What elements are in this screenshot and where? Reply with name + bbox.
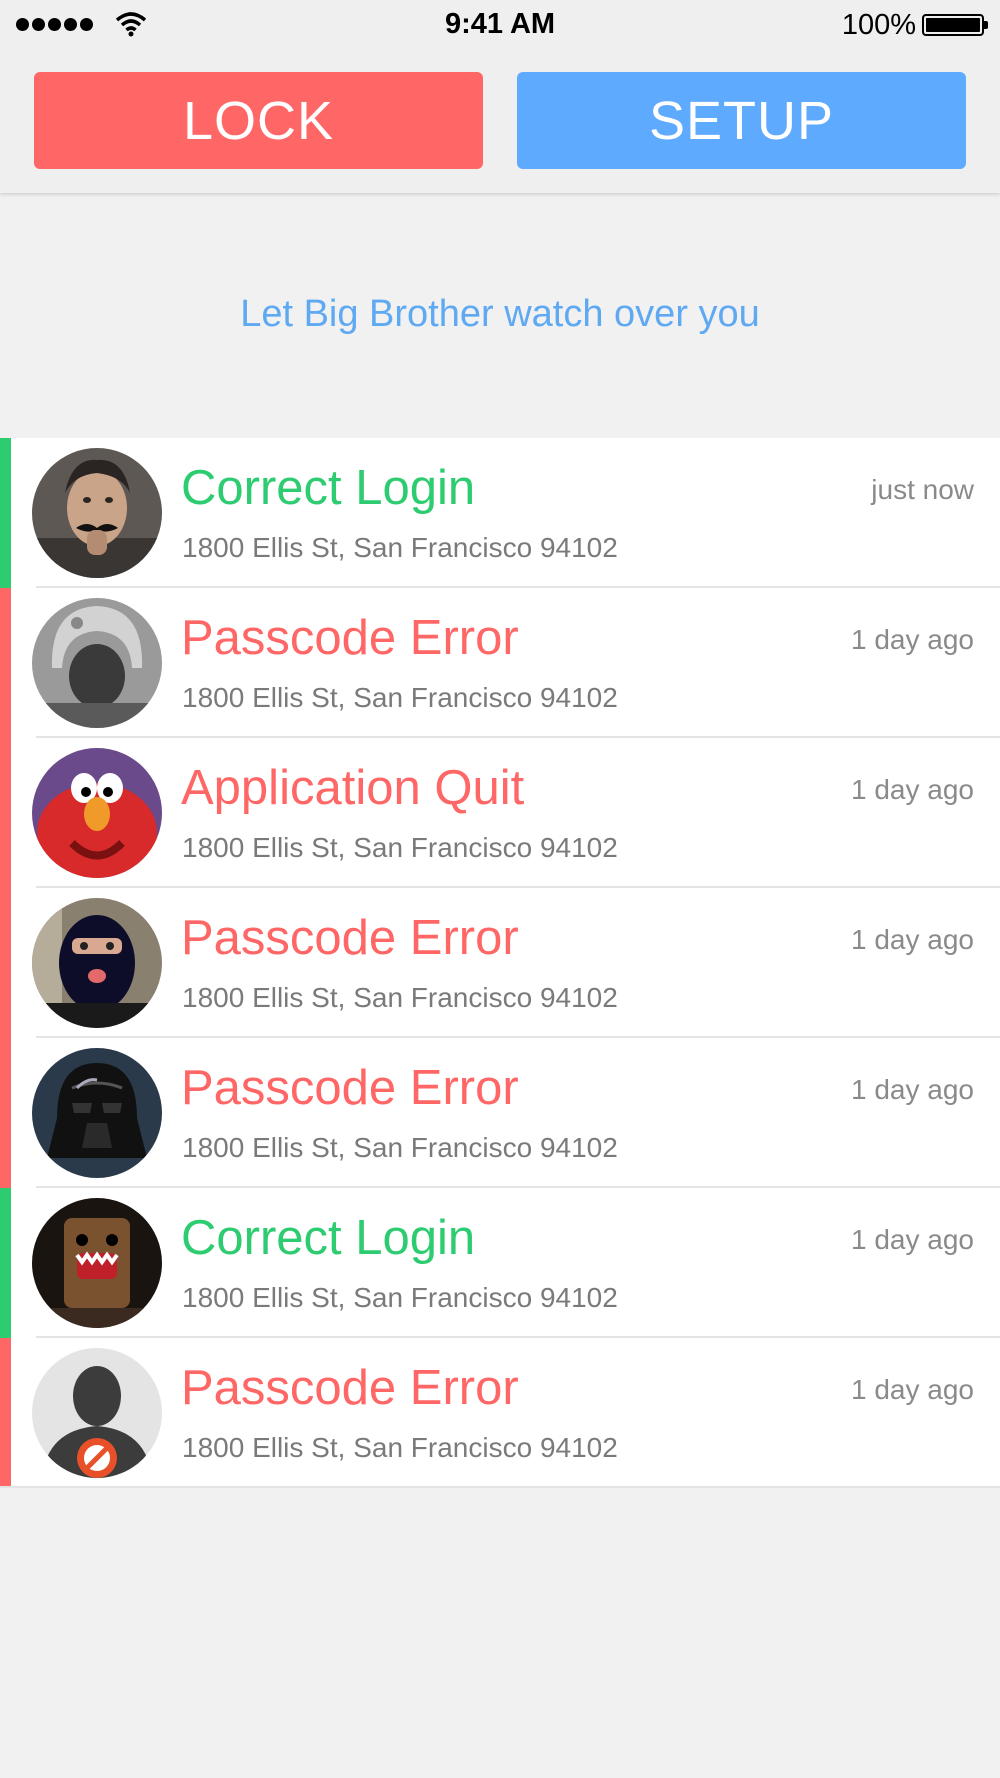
event-title: Correct Login xyxy=(181,1211,476,1265)
event-title: Application Quit xyxy=(181,761,525,815)
avatar xyxy=(32,1348,162,1478)
event-time: 1 day ago xyxy=(851,1224,974,1255)
event-row[interactable]: Correct Login 1800 Ellis St, San Francis… xyxy=(0,438,1000,588)
avatar xyxy=(32,598,162,728)
tagline: Let Big Brother watch over you xyxy=(240,293,760,335)
status-indicator xyxy=(0,1188,11,1338)
lock-button[interactable]: LOCK xyxy=(34,72,483,169)
row-divider xyxy=(0,1486,1000,1488)
avatar xyxy=(32,898,162,1028)
avatar xyxy=(32,748,162,878)
battery-icon xyxy=(922,14,988,36)
setup-button[interactable]: SETUP xyxy=(517,72,966,169)
event-time: 1 day ago xyxy=(851,1074,974,1105)
event-title: Passcode Error xyxy=(181,1061,519,1115)
event-title: Passcode Error xyxy=(181,611,519,665)
event-row[interactable]: Passcode Error 1800 Ellis St, San Franci… xyxy=(0,1338,1000,1488)
status-indicator xyxy=(0,438,11,588)
event-time: 1 day ago xyxy=(851,924,974,955)
header-toolbar: LOCK SETUP xyxy=(0,50,1000,193)
avatar xyxy=(32,1048,162,1178)
status-indicator xyxy=(0,1338,11,1488)
event-address: 1800 Ellis St, San Francisco 94102 xyxy=(182,1432,618,1463)
event-address: 1800 Ellis St, San Francisco 94102 xyxy=(182,1282,618,1313)
event-title: Passcode Error xyxy=(181,1361,519,1415)
avatar xyxy=(32,448,162,578)
event-address: 1800 Ellis St, San Francisco 94102 xyxy=(182,832,618,863)
event-row[interactable]: Passcode Error 1800 Ellis St, San Franci… xyxy=(0,588,1000,738)
event-address: 1800 Ellis St, San Francisco 94102 xyxy=(182,1132,618,1163)
status-indicator xyxy=(0,888,11,1038)
event-time: 1 day ago xyxy=(851,624,974,655)
event-row[interactable]: Correct Login 1800 Ellis St, San Francis… xyxy=(0,1188,1000,1338)
event-address: 1800 Ellis St, San Francisco 94102 xyxy=(182,682,618,713)
battery-percent: 100% xyxy=(841,9,916,41)
status-indicator xyxy=(0,588,11,738)
status-bar: 9:41 AM 100% xyxy=(0,0,1000,50)
event-title: Passcode Error xyxy=(181,911,519,965)
event-time: 1 day ago xyxy=(851,774,974,805)
event-address: 1800 Ellis St, San Francisco 94102 xyxy=(182,532,618,563)
event-row[interactable]: Passcode Error 1800 Ellis St, San Franci… xyxy=(0,888,1000,1038)
avatar xyxy=(32,1198,162,1328)
status-indicator xyxy=(0,738,11,888)
event-time: 1 day ago xyxy=(851,1374,974,1405)
event-title: Correct Login xyxy=(181,461,476,515)
event-list: Correct Login 1800 Ellis St, San Francis… xyxy=(0,438,1000,1488)
event-row[interactable]: Passcode Error 1800 Ellis St, San Franci… xyxy=(0,1038,1000,1188)
status-indicator xyxy=(0,1038,11,1188)
event-address: 1800 Ellis St, San Francisco 94102 xyxy=(182,982,618,1013)
event-row[interactable]: Application Quit 1800 Ellis St, San Fran… xyxy=(0,738,1000,888)
event-time: just now xyxy=(871,474,974,505)
